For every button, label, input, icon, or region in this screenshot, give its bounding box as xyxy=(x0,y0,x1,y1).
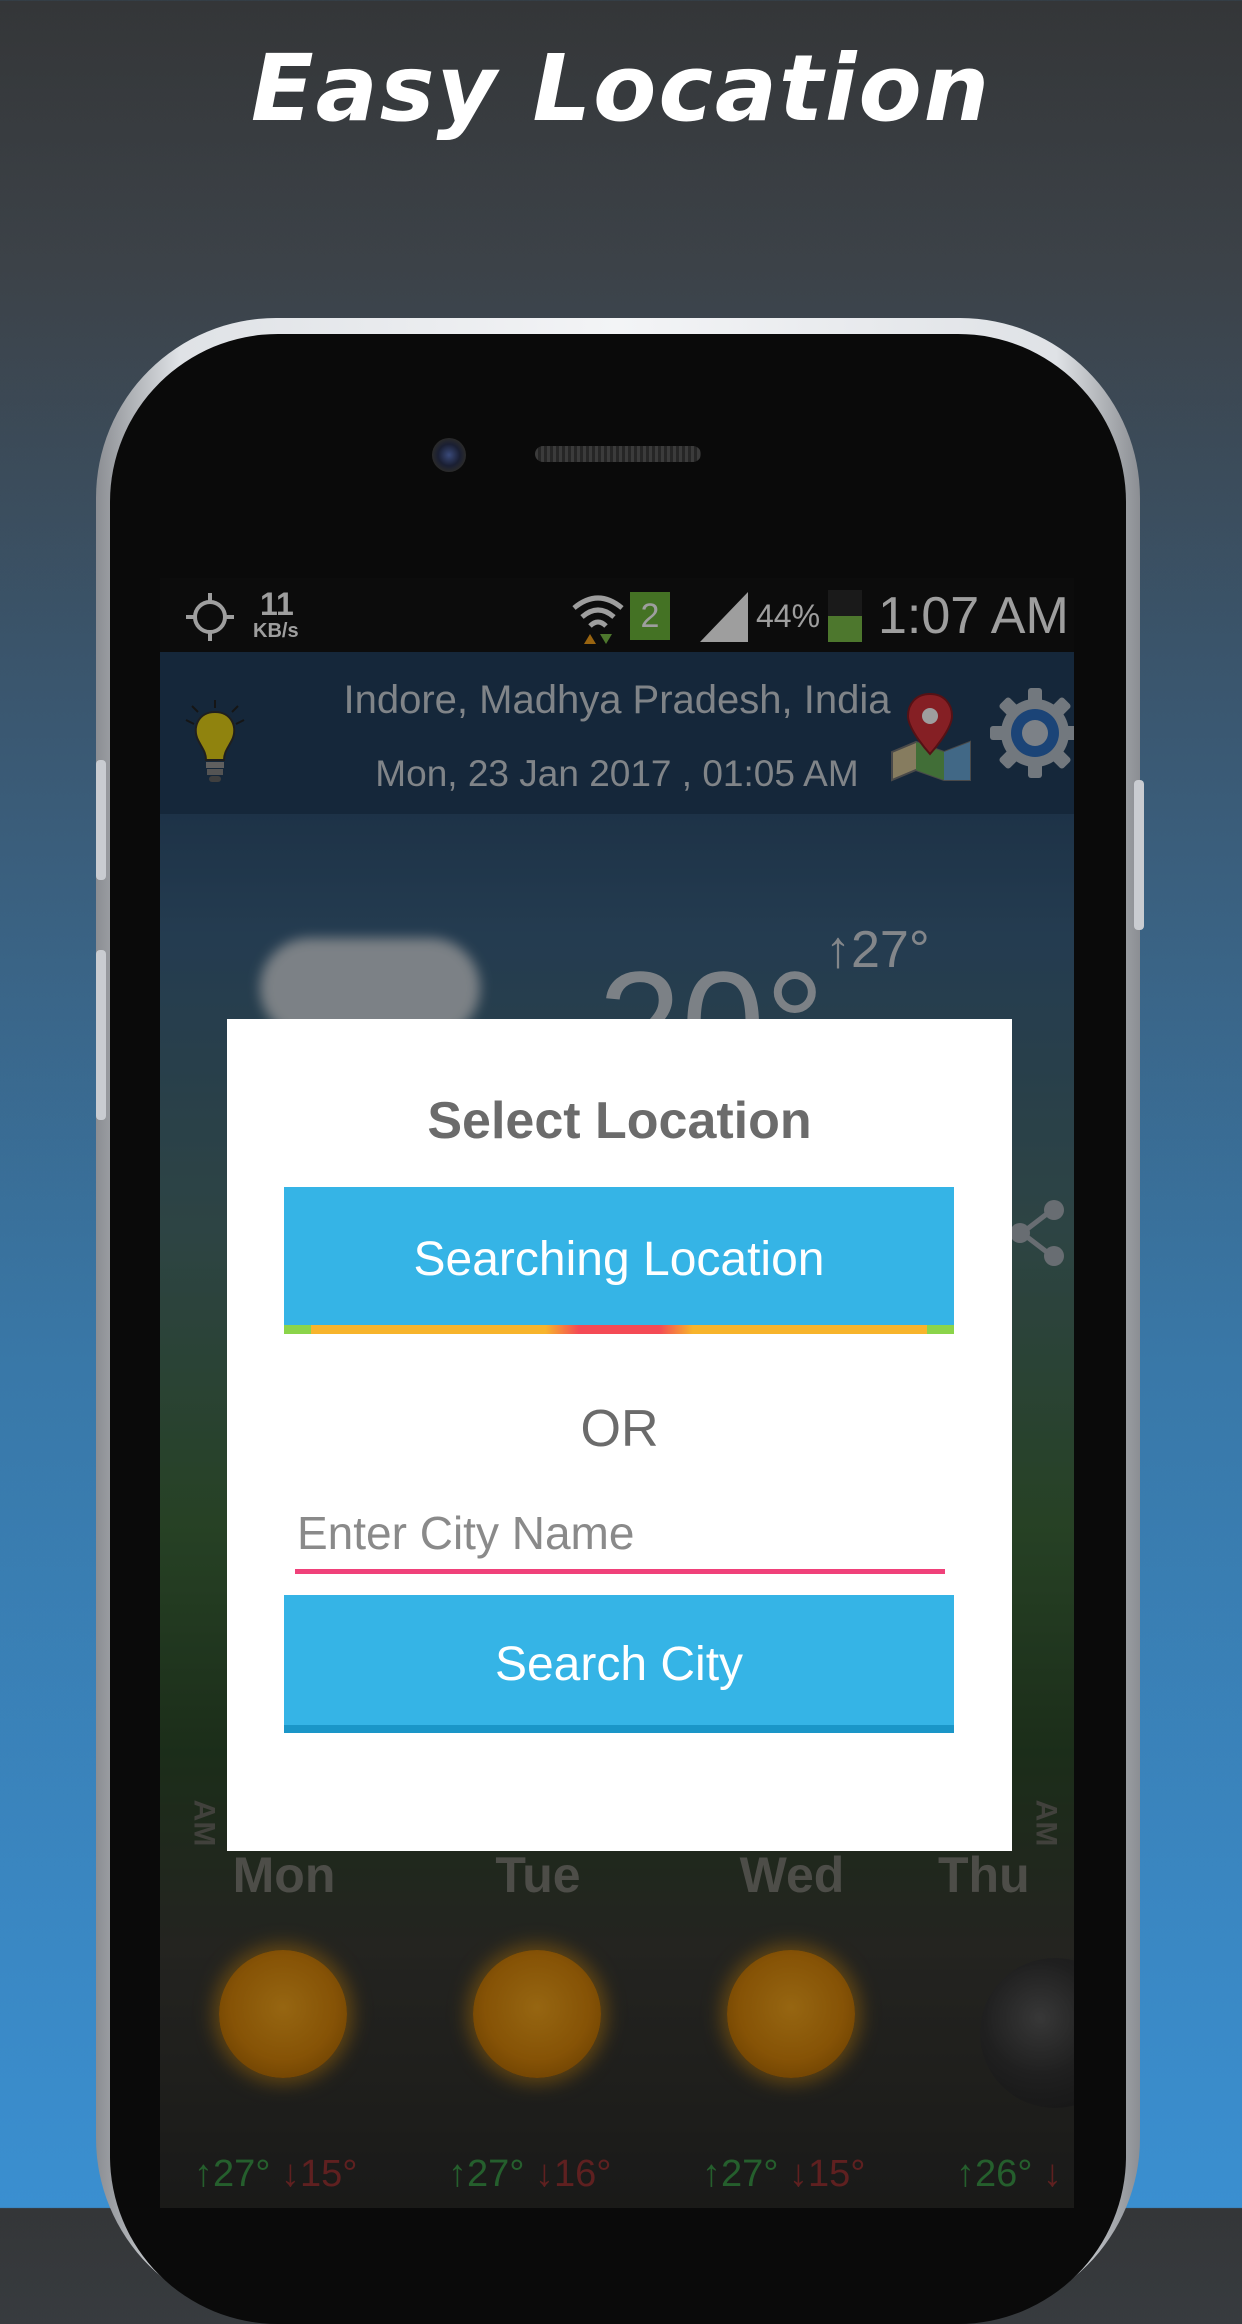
searching-location-button[interactable]: Searching Location xyxy=(284,1187,954,1333)
dialog-title: Select Location xyxy=(427,1092,812,1150)
city-name-input[interactable] xyxy=(295,1497,945,1574)
or-divider-label: OR xyxy=(580,1400,659,1458)
phone-side-button xyxy=(1134,780,1144,930)
speaker-grille xyxy=(535,446,701,462)
phone-volume-button xyxy=(96,760,106,880)
camera-icon xyxy=(432,438,466,472)
phone-volume-button xyxy=(96,950,106,1120)
select-location-dialog: Select Location Searching Location OR Se… xyxy=(227,1019,1012,1851)
promo-headline: Easy Location xyxy=(250,35,992,142)
search-city-button[interactable]: Search City xyxy=(284,1595,954,1733)
phone-screen: 11 KB/s 2 44% 1:07 AM Indore, Madhya Pra… xyxy=(160,578,1074,2208)
location-progress-bar xyxy=(284,1325,954,1334)
